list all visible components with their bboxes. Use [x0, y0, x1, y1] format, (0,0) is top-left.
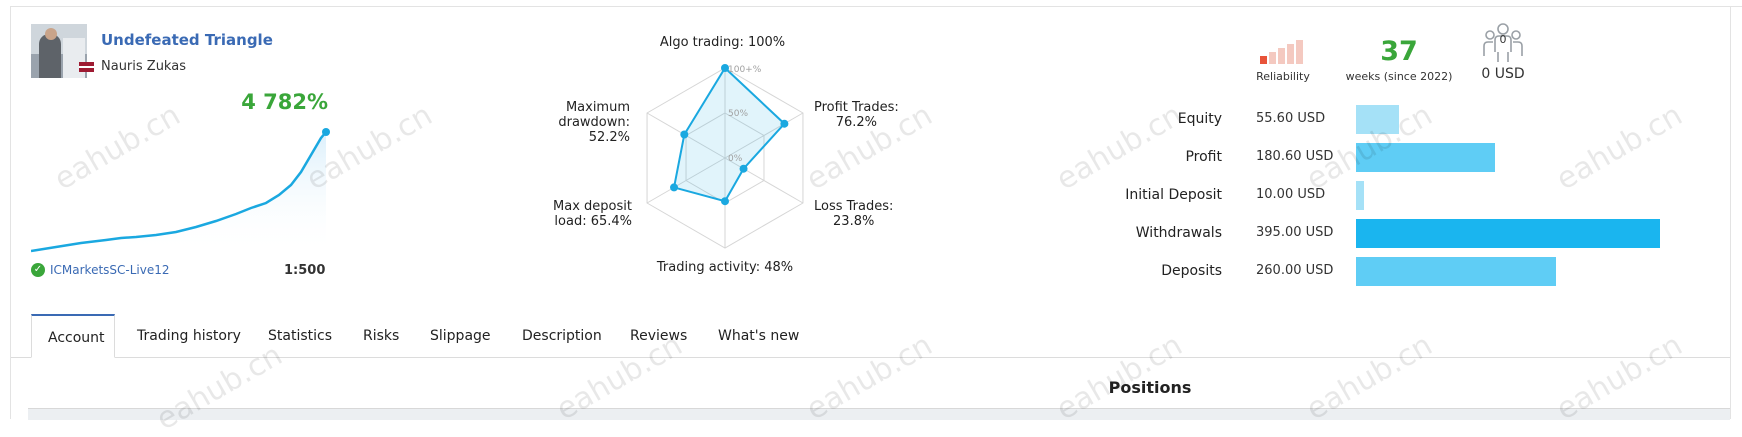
signal-title[interactable]: Undefeated Triangle	[101, 31, 273, 49]
metric-bar	[1356, 257, 1556, 286]
reliability-label: Reliability	[1256, 70, 1310, 83]
radar-label-deposit-load-title: Max deposit	[553, 199, 632, 214]
radar-scale-label-3: 0%	[728, 154, 743, 164]
leverage-value: 1:500	[284, 263, 326, 278]
radar-label-drawdown-title-2: drawdown:	[558, 115, 630, 130]
subscribers-count: 0	[1499, 33, 1507, 46]
metric-label: Equity	[1177, 111, 1222, 127]
radar-label-loss: Loss Trades: 23.8%	[814, 199, 893, 229]
tab-risks[interactable]: Risks	[363, 314, 399, 358]
metric-bar	[1356, 143, 1495, 172]
radar-scale-label-2: 50%	[728, 109, 748, 119]
radar-label-drawdown: Maximum drawdown: 52.2%	[540, 100, 630, 145]
radar-point-loss	[739, 164, 748, 173]
weeks-label: weeks (since 2022)	[1345, 70, 1453, 83]
growth-chart	[31, 128, 330, 255]
subscribers-label: 0 USD	[1481, 66, 1525, 82]
metric-label: Profit	[1185, 149, 1222, 165]
positions-table-header	[28, 408, 1730, 420]
radar-label-drawdown-value: 52.2%	[588, 130, 630, 145]
weeks-count: 37	[1380, 36, 1418, 67]
radar-label-loss-value: 23.8%	[833, 214, 875, 229]
latvia-flag-icon	[79, 62, 94, 72]
panel-border-top	[10, 6, 1742, 7]
metric-label: Withdrawals	[1135, 225, 1222, 241]
radar-label-profit-value: 76.2%	[835, 115, 878, 130]
radar-label-deposit-load: Max deposit load: 65.4%	[540, 199, 632, 229]
radar-label-activity: Trading activity: 48%	[656, 260, 794, 275]
radar-label-algo: Algo trading: 100%	[659, 35, 786, 50]
radar-scale-label-1: 100+%	[728, 65, 762, 75]
tab-description[interactable]: Description	[522, 314, 602, 358]
metric-bar	[1356, 181, 1364, 210]
tab-what-s-new[interactable]: What's new	[718, 314, 799, 358]
positions-title: Positions	[1108, 378, 1192, 397]
radar-point-deposit-load	[670, 183, 679, 192]
metric-label: Deposits	[1161, 263, 1222, 279]
radar-point-profit	[780, 119, 789, 128]
radar-label-drawdown-title-1: Maximum	[565, 100, 630, 115]
author-name[interactable]: Nauris Zukas	[101, 59, 186, 74]
radar-point-drawdown	[680, 130, 689, 139]
watermark: eahub.cn	[1550, 97, 1689, 198]
metric-value: 10.00 USD	[1256, 187, 1326, 202]
tab-trading-history[interactable]: Trading history	[137, 314, 241, 358]
panel-border-right	[1730, 6, 1731, 419]
radar-point-activity	[721, 197, 729, 206]
radar-label-deposit-load-value: load: 65.4%	[554, 214, 632, 229]
metric-label: Initial Deposit	[1125, 187, 1222, 203]
broker-link[interactable]: ✓ ICMarketsSC-Live12	[31, 263, 170, 277]
reliability-icon	[1260, 40, 1303, 64]
radar-label-profit: Profit Trades: 76.2%	[814, 100, 899, 130]
radar-label-profit-title: Profit Trades:	[814, 100, 899, 115]
tab-slippage[interactable]: Slippage	[430, 314, 491, 358]
tab-account[interactable]: Account	[31, 314, 115, 358]
radar-label-loss-title: Loss Trades:	[814, 199, 894, 214]
tab-statistics[interactable]: Statistics	[268, 314, 332, 358]
metric-bar	[1356, 219, 1660, 248]
tab-reviews[interactable]: Reviews	[630, 314, 687, 358]
radar-chart: 100+% 50% 0%	[646, 64, 804, 249]
broker-name: ICMarketsSC-Live12	[50, 263, 170, 277]
metric-bar	[1356, 105, 1399, 134]
check-icon: ✓	[31, 263, 45, 277]
growth-end-point	[322, 128, 330, 136]
